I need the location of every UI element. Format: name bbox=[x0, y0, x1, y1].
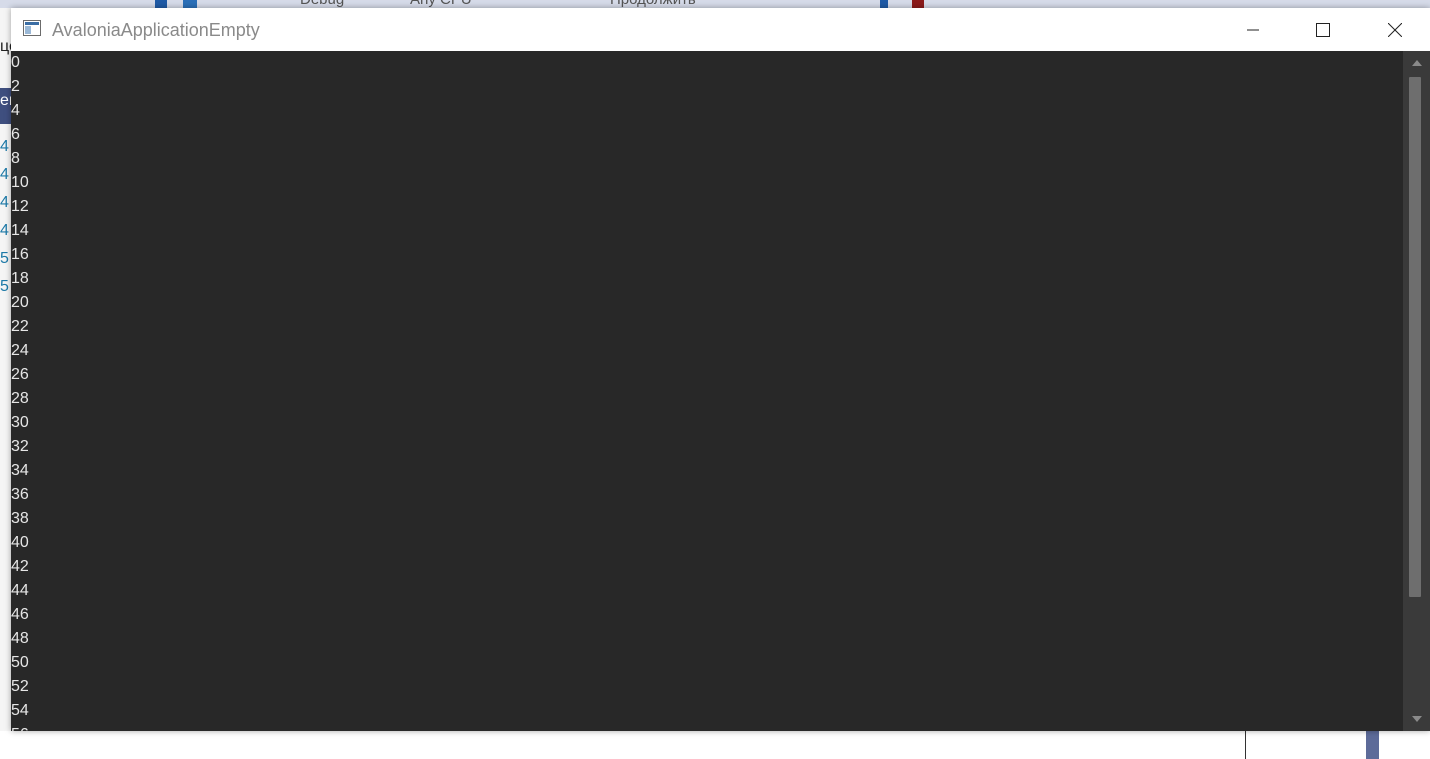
number-list[interactable]: 0 2 4 6 8 10 12 14 16 18 20 22 24 26 28 30 32 34 36 38 40 42 4… bbox=[11, 51, 1401, 731]
window-content: 0 2 4 6 8 10 12 14 16 18 20 22 24 26 28 30 32 34 36 38 40 42 4… bbox=[11, 51, 1430, 731]
app-window-icon bbox=[23, 20, 41, 36]
list-item[interactable]: 52 bbox=[11, 675, 1401, 699]
app-window: AvaloniaApplicationEmpty 0 2 4 6 8 10 12 14 16 18… bbox=[11, 8, 1430, 731]
list-item[interactable]: 16 bbox=[11, 243, 1401, 267]
list-item[interactable]: 26 bbox=[11, 363, 1401, 387]
list-item[interactable]: 36 bbox=[11, 483, 1401, 507]
line-number-fragment: 5 bbox=[0, 278, 9, 295]
background-ide-left-edge: це er 4 4 4 4 5 5 bbox=[0, 8, 11, 759]
list-item[interactable]: 22 bbox=[11, 315, 1401, 339]
list-item[interactable]: 4 bbox=[11, 99, 1401, 123]
background-ide-toolbar: Debug Any CPU Продолжить bbox=[0, 0, 1430, 8]
list-item[interactable]: 46 bbox=[11, 603, 1401, 627]
toolbar-icon bbox=[880, 0, 888, 8]
chevron-down-icon bbox=[1411, 716, 1422, 722]
close-icon bbox=[1388, 22, 1402, 37]
platform-dropdown: Any CPU bbox=[410, 0, 472, 8]
list-item[interactable]: 24 bbox=[11, 339, 1401, 363]
list-item[interactable]: 14 bbox=[11, 219, 1401, 243]
list-item[interactable]: 30 bbox=[11, 411, 1401, 435]
line-number-fragment: 4 bbox=[0, 166, 9, 183]
maximize-icon bbox=[1316, 22, 1330, 37]
line-number-fragment: 4 bbox=[0, 222, 9, 239]
background-ide-bottom bbox=[0, 731, 1430, 759]
vertical-scrollbar[interactable] bbox=[1403, 51, 1430, 731]
list-item[interactable]: 18 bbox=[11, 267, 1401, 291]
maximize-button[interactable] bbox=[1288, 8, 1358, 51]
minimize-button[interactable] bbox=[1218, 8, 1288, 51]
toolbar-icon bbox=[183, 0, 197, 8]
continue-button: Продолжить bbox=[610, 0, 696, 8]
editor-fragment: це bbox=[0, 38, 11, 55]
list-item[interactable]: 20 bbox=[11, 291, 1401, 315]
line-number-fragment: 5 bbox=[0, 250, 9, 267]
list-item[interactable]: 8 bbox=[11, 147, 1401, 171]
list-item[interactable]: 0 bbox=[11, 51, 1401, 75]
line-number-fragment: 4 bbox=[0, 138, 9, 155]
stop-icon bbox=[912, 0, 924, 8]
list-item[interactable]: 42 bbox=[11, 555, 1401, 579]
list-item[interactable]: 6 bbox=[11, 123, 1401, 147]
title-bar[interactable]: AvaloniaApplicationEmpty bbox=[11, 8, 1430, 51]
chevron-up-icon bbox=[1411, 60, 1422, 66]
list-item[interactable]: 2 bbox=[11, 75, 1401, 99]
line-number-fragment: 4 bbox=[0, 194, 9, 211]
list-item[interactable]: 50 bbox=[11, 651, 1401, 675]
minimize-icon bbox=[1247, 29, 1259, 30]
window-title: AvaloniaApplicationEmpty bbox=[52, 20, 260, 40]
list-item[interactable]: 32 bbox=[11, 435, 1401, 459]
scroll-thumb[interactable] bbox=[1409, 77, 1421, 597]
list-item[interactable]: 12 bbox=[11, 195, 1401, 219]
list-item[interactable]: 10 bbox=[11, 171, 1401, 195]
list-item[interactable]: 28 bbox=[11, 387, 1401, 411]
editor-fragment: er bbox=[0, 92, 11, 109]
scroll-up-button[interactable] bbox=[1403, 51, 1430, 75]
list-item[interactable]: 34 bbox=[11, 459, 1401, 483]
panel-edge bbox=[1366, 731, 1379, 759]
list-item[interactable]: 48 bbox=[11, 627, 1401, 651]
close-button[interactable] bbox=[1360, 8, 1430, 51]
list-item[interactable]: 56 bbox=[11, 723, 1401, 731]
divider bbox=[1245, 731, 1246, 759]
list-item[interactable]: 44 bbox=[11, 579, 1401, 603]
config-dropdown: Debug bbox=[300, 0, 344, 8]
list-item[interactable]: 40 bbox=[11, 531, 1401, 555]
scroll-down-button[interactable] bbox=[1403, 707, 1430, 731]
toolbar-icon bbox=[155, 0, 167, 8]
list-item[interactable]: 38 bbox=[11, 507, 1401, 531]
list-item[interactable]: 54 bbox=[11, 699, 1401, 723]
